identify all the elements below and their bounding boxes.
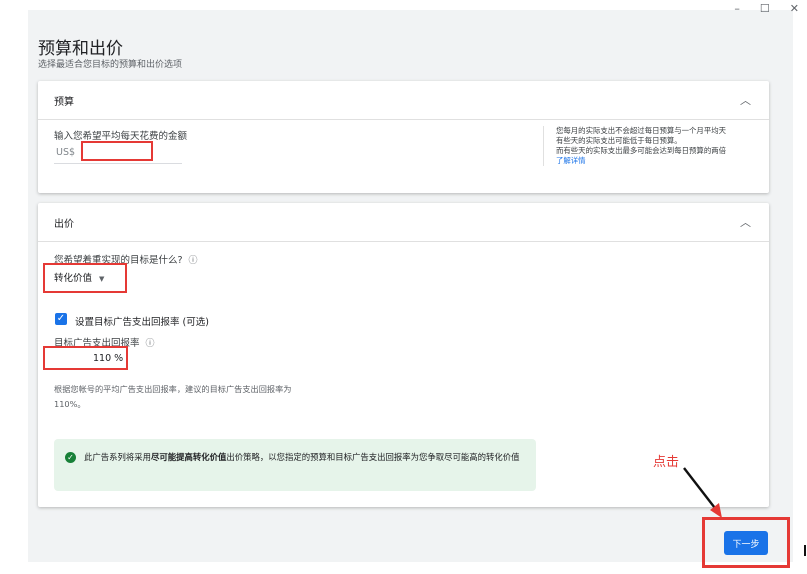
chevron-up-icon[interactable]: ︿ bbox=[740, 92, 751, 108]
currency-label: US$ bbox=[56, 147, 76, 158]
budget-input-label: 输入您希望平均每天花费的金额 bbox=[54, 131, 188, 142]
strategy-info-suffix: 出价策略，以您指定的预算和目标广告支出回报率为您争取尽可能高的转化价值 bbox=[226, 452, 520, 462]
strategy-info-text: 此广告系列将采用尽可能提高转化价值出价策略，以您指定的预算和目标广告支出回报率为… bbox=[84, 450, 524, 464]
bidding-header[interactable]: 出价 ︿ bbox=[38, 203, 769, 242]
budget-note-line-3: 而有些天的实际支出最多可能会达到每日预算的两倍 bbox=[556, 146, 726, 155]
budget-input-highlight bbox=[81, 141, 153, 161]
budget-header-title: 预算 bbox=[54, 96, 74, 108]
roas-suggestion-line-2: 110%。 bbox=[54, 399, 86, 409]
next-button[interactable]: 下一步 bbox=[724, 531, 768, 555]
budget-note-line-1: 您每月的实际支出不会超过每日预算与一个月平均天 bbox=[556, 126, 726, 135]
window-controls: – ☐ ✕ bbox=[734, 2, 799, 15]
help-icon[interactable]: ⓘ bbox=[189, 256, 198, 266]
roas-checkbox[interactable]: ✓ bbox=[55, 313, 67, 325]
help-icon[interactable]: ⓘ bbox=[146, 339, 155, 349]
bidding-header-title: 出价 bbox=[54, 218, 74, 230]
chevron-up-icon[interactable]: ︿ bbox=[740, 214, 751, 230]
check-circle-icon: ✓ bbox=[65, 452, 76, 463]
cursor-mark bbox=[804, 545, 806, 556]
strategy-info-prefix: 此广告系列将采用 bbox=[84, 452, 151, 462]
roas-input-highlight bbox=[43, 346, 128, 370]
budget-note-line-2: 有些天的实际支出可能低于每日预算。 bbox=[556, 136, 682, 145]
roas-checkbox-label: 设置目标广告支出回报率 (可选) bbox=[75, 317, 209, 328]
budget-input-underline bbox=[54, 163, 182, 164]
close-icon[interactable]: ✕ bbox=[790, 2, 799, 15]
minimize-icon[interactable]: – bbox=[734, 2, 740, 15]
strategy-info-bold: 尽可能提高转化价值 bbox=[151, 452, 227, 462]
budget-note: 您每月的实际支出不会超过每日预算与一个月平均天 有些天的实际支出可能低于每日预算… bbox=[543, 126, 776, 166]
strategy-info-box: ✓ 此广告系列将采用尽可能提高转化价值出价策略，以您指定的预算和目标广告支出回报… bbox=[54, 439, 536, 491]
goal-dropdown-highlight bbox=[43, 263, 127, 293]
maximize-icon[interactable]: ☐ bbox=[760, 2, 770, 15]
budget-header[interactable]: 预算 ︿ bbox=[38, 81, 769, 120]
annotation-arrow-icon bbox=[683, 467, 722, 518]
budget-card: 预算 ︿ 输入您希望平均每天花费的金额 US$ 您每月的实际支出不会超过每日预算… bbox=[38, 81, 769, 193]
roas-suggestion-line-1: 根据您帐号的平均广告支出回报率，建议的目标广告支出回报率为 bbox=[54, 384, 292, 394]
page-subtitle: 选择最适合您目标的预算和出价选项 bbox=[38, 60, 183, 70]
page-title: 预算和出价 bbox=[38, 39, 123, 59]
learn-more-link[interactable]: 了解详情 bbox=[556, 156, 776, 166]
